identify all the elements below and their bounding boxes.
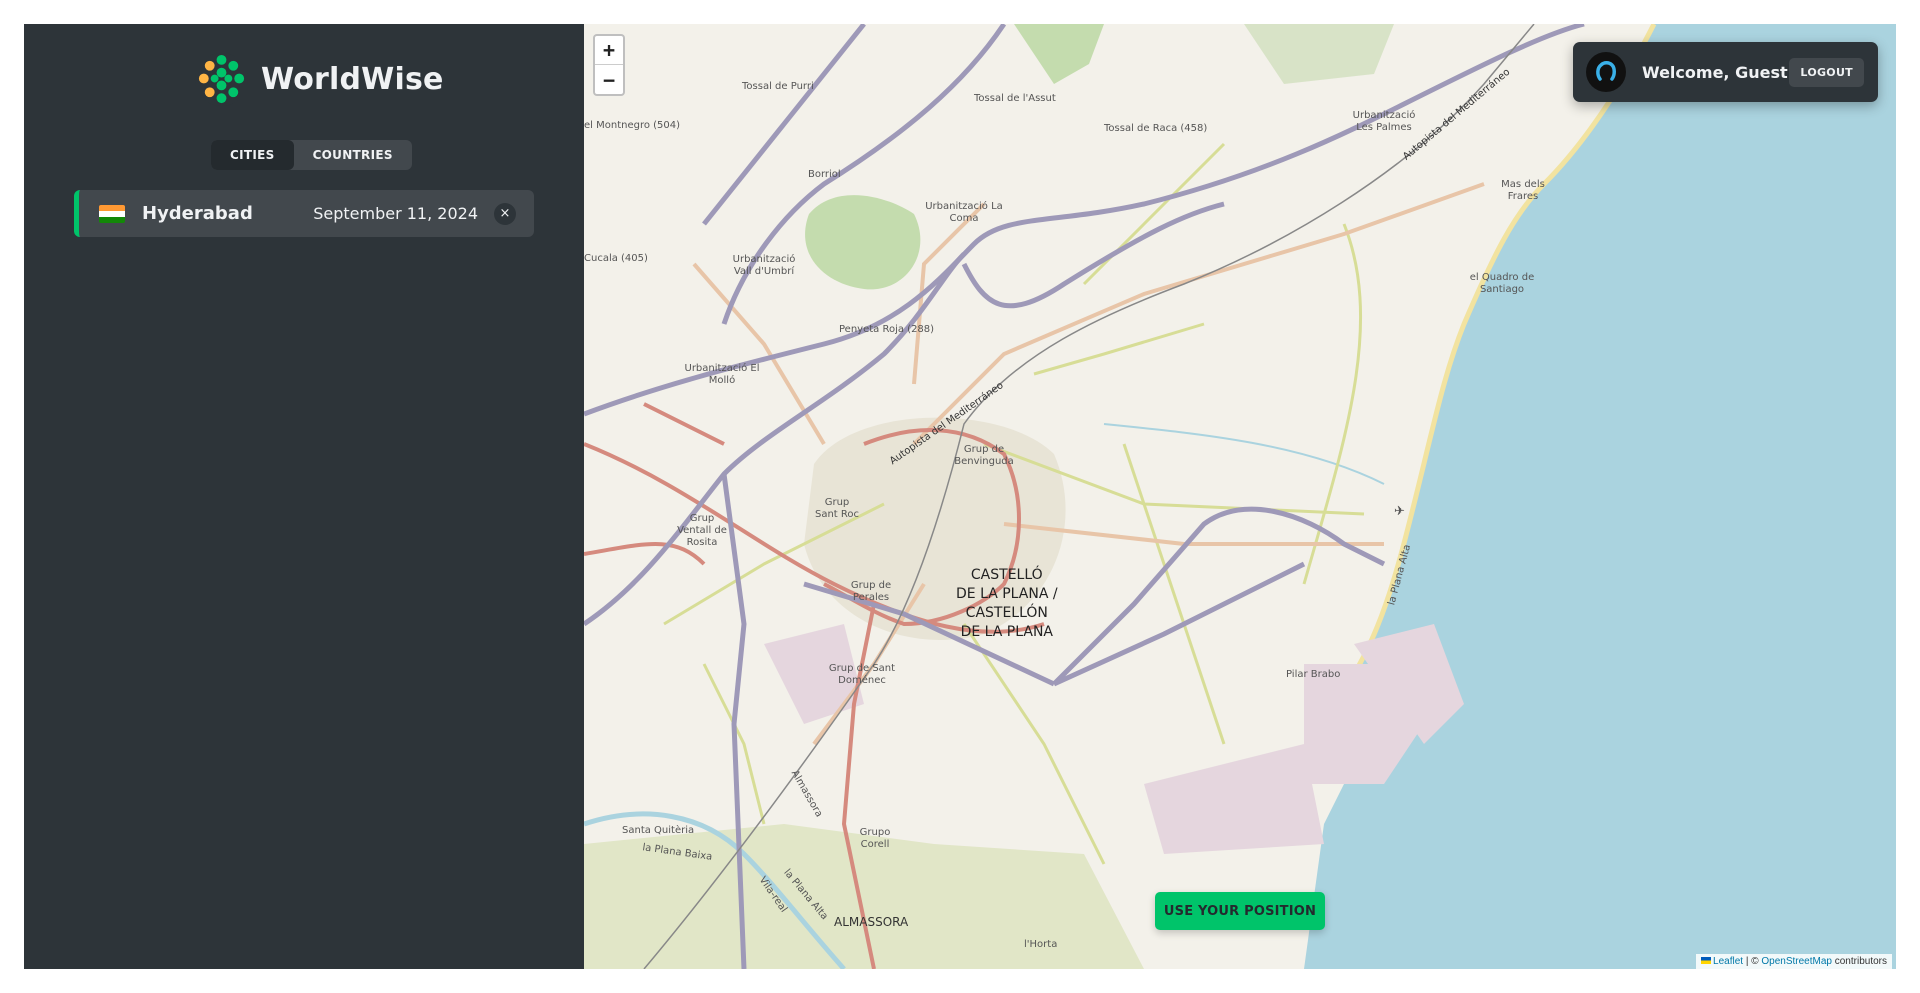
place-label: Borriol	[808, 169, 841, 180]
map-attribution: Leaflet | © OpenStreetMap contributors	[1696, 954, 1892, 969]
place-label: Tossal de l'Assut	[974, 93, 1056, 104]
city-label-line: CASTELLÓ	[970, 567, 1043, 583]
attribution-separator: | ©	[1743, 956, 1762, 967]
place-label: el Quadro de Santiago	[1469, 272, 1535, 295]
place-label: Santa Quitèria	[622, 825, 695, 836]
place-label: Urbanització El Molló	[684, 363, 760, 386]
place-label: Urbanització Les Palmes	[1352, 110, 1416, 133]
ukraine-flag-icon	[1701, 957, 1712, 964]
place-label: Mas dels Frares	[1501, 179, 1545, 202]
logo[interactable]: WorldWise	[194, 52, 444, 107]
tab-cities[interactable]: CITIES	[211, 140, 294, 170]
place-label: Cucala (405)	[584, 253, 648, 264]
use-position-button[interactable]: USE YOUR POSITION	[1155, 892, 1325, 930]
place-label: Tossal de Raca (458)	[1104, 123, 1208, 134]
place-label: ALMASSORA	[834, 915, 909, 929]
place-label: Grup de Perales	[850, 580, 892, 603]
place-label: l'Horta	[1024, 939, 1058, 950]
place-label: el Montnegro (504)	[584, 120, 681, 131]
place-label: Grupo Corell	[859, 827, 891, 850]
map-container[interactable]: ✈ + − CASTELLÓ DE LA PLANA / CASTELLÓN D…	[584, 24, 1896, 969]
place-label: Tossal de Purri	[742, 81, 814, 92]
logout-button[interactable]: LOGOUT	[1789, 57, 1864, 87]
city-label-line: DE LA PLANA	[960, 624, 1053, 640]
place-label: Grup de Benvinguda	[954, 444, 1014, 467]
sidebar: WorldWise CITIES COUNTRIES Hyderabad Sep…	[24, 24, 584, 969]
osm-link[interactable]: OpenStreetMap	[1761, 956, 1832, 967]
place-label: Penyeta Roja (288)	[839, 324, 935, 335]
user-panel: Welcome, Guest LOGOUT	[1573, 42, 1878, 102]
zoom-in-button[interactable]: +	[595, 36, 623, 65]
welcome-text: Welcome, Guest	[1642, 62, 1788, 82]
city-name: Hyderabad	[142, 203, 253, 224]
app-name: WorldWise	[261, 62, 444, 97]
app-layout: WorldWise CITIES COUNTRIES Hyderabad Sep…	[24, 24, 1896, 969]
delete-city-button[interactable]: ×	[494, 202, 516, 225]
user-avatar-icon	[1586, 52, 1626, 92]
place-label: Grup Sant Roc	[814, 497, 860, 520]
place-label: Urbanització La Coma	[925, 201, 1003, 224]
tab-countries[interactable]: COUNTRIES	[294, 140, 412, 170]
place-label: Pilar Brabo	[1286, 669, 1341, 680]
map-tiles[interactable]: ✈	[584, 24, 1896, 969]
attribution-suffix: contributors	[1831, 956, 1887, 967]
leaflet-link[interactable]: Leaflet	[1713, 956, 1743, 967]
svg-text:✈: ✈	[1394, 504, 1405, 519]
place-label: Urbanització Vall d'Umbrí	[732, 254, 796, 277]
place-label: Grup de Sant Doménec	[828, 663, 896, 686]
city-list-item[interactable]: Hyderabad September 11, 2024 ×	[74, 190, 534, 237]
city-label-line: DE LA PLANA /	[956, 586, 1058, 602]
city-label-line: CASTELLÓN	[965, 605, 1048, 621]
zoom-out-button[interactable]: −	[595, 65, 623, 94]
map-main-city-label: CASTELLÓ DE LA PLANA / CASTELLÓN DE LA P…	[956, 566, 1058, 642]
place-label: Grup Ventall de Rosita	[677, 513, 727, 548]
tab-bar: CITIES COUNTRIES	[211, 140, 412, 170]
city-date: September 11, 2024	[313, 204, 478, 223]
india-flag-icon	[99, 204, 125, 223]
logo-globe-icon	[194, 52, 249, 107]
zoom-control: + −	[593, 34, 625, 96]
